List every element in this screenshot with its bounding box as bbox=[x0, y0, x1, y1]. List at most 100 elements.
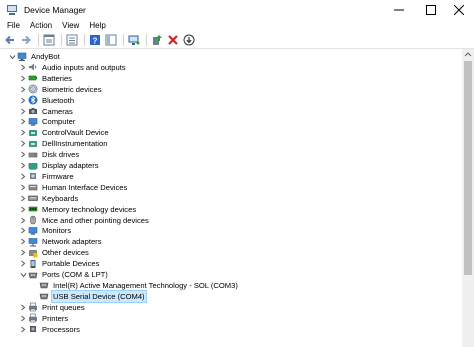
expand-toggle[interactable] bbox=[19, 182, 27, 193]
monitor-icon bbox=[28, 117, 38, 127]
close-button[interactable] bbox=[444, 0, 474, 20]
properties-button[interactable] bbox=[42, 33, 56, 47]
tree-category[interactable]: Memory technology devices bbox=[19, 204, 137, 215]
tree-item-label: USB Serial Device (COM4) bbox=[51, 289, 147, 303]
expand-toggle[interactable] bbox=[19, 138, 27, 149]
scrollbar-thumb[interactable] bbox=[464, 61, 472, 275]
expand-toggle[interactable] bbox=[19, 127, 27, 138]
forward-arrow-icon bbox=[22, 35, 31, 45]
forward-button[interactable] bbox=[19, 33, 33, 47]
expand-toggle[interactable] bbox=[19, 84, 27, 95]
mouse-icon bbox=[30, 215, 36, 225]
expand-toggle[interactable] bbox=[19, 106, 27, 117]
device-icon bbox=[28, 128, 38, 138]
memory-icon bbox=[28, 204, 38, 214]
show-hidden-button[interactable] bbox=[65, 33, 79, 47]
hid-icon bbox=[28, 182, 38, 192]
tree-category[interactable]: Computer bbox=[19, 116, 76, 127]
expand-toggle[interactable] bbox=[19, 95, 27, 106]
expand-toggle[interactable] bbox=[19, 313, 27, 324]
tree-category[interactable]: Mice and other pointing devices bbox=[19, 215, 150, 226]
expand-toggle[interactable] bbox=[19, 236, 27, 247]
tree-device-item[interactable]: Intel(R) Active Management Technology - … bbox=[30, 280, 239, 291]
expand-toggle[interactable] bbox=[19, 324, 27, 335]
tree-category[interactable]: Monitors bbox=[19, 225, 72, 236]
tree-item-label: Biometric devices bbox=[42, 84, 102, 94]
uninstall-button[interactable] bbox=[166, 33, 180, 47]
portable-device-icon bbox=[30, 259, 36, 268]
action-view-button[interactable] bbox=[104, 33, 118, 47]
maximize-button[interactable] bbox=[416, 0, 446, 20]
tree-category[interactable]: Cameras bbox=[19, 106, 74, 117]
scroll-up-button[interactable] bbox=[462, 49, 474, 59]
tree-category[interactable]: Disk drives bbox=[19, 149, 80, 160]
tree-category[interactable]: Other devices bbox=[19, 247, 90, 258]
menu-view[interactable]: View bbox=[57, 20, 84, 32]
expand-toggle[interactable] bbox=[19, 62, 27, 73]
chevron-right-icon bbox=[21, 151, 26, 158]
tree-category[interactable]: Bluetooth bbox=[19, 95, 75, 106]
expand-toggle[interactable] bbox=[19, 193, 27, 204]
collapse-toggle[interactable] bbox=[8, 51, 16, 62]
display-adapter-icon bbox=[28, 161, 38, 171]
vertical-scrollbar[interactable] bbox=[462, 49, 474, 347]
processor-icon bbox=[28, 324, 38, 334]
battery-icon bbox=[28, 75, 37, 81]
printer-icon bbox=[29, 313, 37, 323]
expand-toggle[interactable] bbox=[19, 204, 27, 215]
computer-icon bbox=[17, 52, 27, 61]
tree-category[interactable]: Batteries bbox=[19, 73, 73, 84]
tree-category[interactable]: Display adapters bbox=[19, 160, 100, 171]
tree-item-label: Printers bbox=[42, 313, 69, 323]
device-icon bbox=[28, 139, 38, 149]
tree-category[interactable]: Network adapters bbox=[19, 236, 103, 247]
help-button[interactable]: ? bbox=[88, 33, 102, 47]
tree-item-label: AndyBot bbox=[31, 52, 60, 61]
expand-toggle[interactable] bbox=[19, 171, 27, 182]
expand-toggle[interactable] bbox=[19, 116, 27, 127]
scan-hardware-button[interactable] bbox=[127, 33, 141, 47]
tree-category[interactable]: Printers bbox=[19, 313, 69, 324]
back-button[interactable] bbox=[3, 33, 17, 47]
display-adapter-icon bbox=[28, 162, 38, 170]
tree-device-item[interactable]: USB Serial Device (COM4) bbox=[30, 289, 147, 303]
tree-category[interactable]: Biometric devices bbox=[19, 84, 103, 95]
expand-toggle[interactable] bbox=[19, 160, 27, 171]
menu-action[interactable]: Action bbox=[25, 20, 57, 32]
tree-category[interactable]: Portable Devices bbox=[19, 258, 100, 269]
portable-device-icon bbox=[28, 259, 38, 269]
camera-icon bbox=[28, 106, 38, 116]
tree-category[interactable]: Ports (COM & LPT) bbox=[19, 269, 109, 280]
tree-category[interactable]: Processors bbox=[19, 324, 81, 335]
tree-category[interactable]: Keyboards bbox=[19, 193, 79, 204]
device-manager-icon bbox=[6, 4, 18, 16]
tree-category[interactable]: Print queues bbox=[19, 302, 86, 313]
close-icon bbox=[454, 5, 464, 15]
tree-root-computer[interactable]: AndyBot bbox=[8, 51, 61, 62]
tree-category[interactable]: Firmware bbox=[19, 171, 75, 182]
menu-help[interactable]: Help bbox=[84, 20, 110, 32]
expand-toggle[interactable] bbox=[19, 258, 27, 269]
chevron-right-icon bbox=[21, 228, 26, 234]
menu-file[interactable]: File bbox=[2, 20, 25, 32]
mouse-icon bbox=[28, 215, 38, 225]
tree-category[interactable]: Human Interface Devices bbox=[19, 182, 128, 193]
expand-toggle[interactable] bbox=[19, 149, 27, 160]
collapse-toggle[interactable] bbox=[19, 269, 27, 280]
tree-category[interactable]: ControlVault Device bbox=[19, 127, 110, 138]
update-button[interactable] bbox=[182, 33, 196, 47]
expand-toggle[interactable] bbox=[19, 247, 27, 258]
enable-driver-button[interactable] bbox=[150, 33, 164, 47]
expand-toggle[interactable] bbox=[19, 215, 27, 226]
expand-toggle[interactable] bbox=[19, 302, 27, 313]
expand-toggle[interactable] bbox=[19, 225, 27, 236]
tree-category[interactable]: DellInstrumentation bbox=[19, 138, 108, 149]
network-icon bbox=[28, 237, 38, 247]
minimize-button[interactable] bbox=[384, 0, 414, 20]
tree-item-label: DellInstrumentation bbox=[42, 139, 108, 149]
tree-category[interactable]: Audio inputs and outputs bbox=[19, 62, 127, 73]
speaker-icon bbox=[28, 62, 38, 72]
tree-item-label: Ports (COM & LPT) bbox=[42, 270, 108, 279]
tree-item-label: Cameras bbox=[42, 106, 73, 116]
expand-toggle[interactable] bbox=[19, 73, 27, 84]
